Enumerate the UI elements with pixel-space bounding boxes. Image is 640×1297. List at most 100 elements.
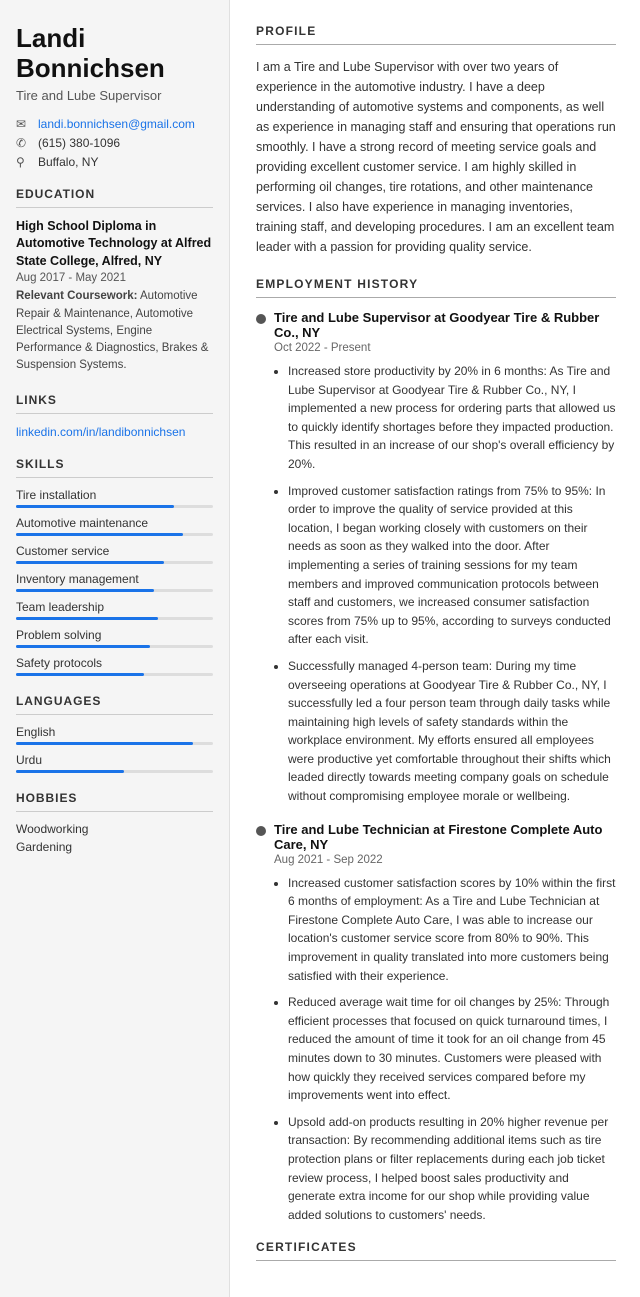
skill-bar-fill [16, 589, 154, 592]
job-bullet: Successfully managed 4-person team: Duri… [288, 657, 616, 806]
location-icon: ⚲ [16, 155, 32, 169]
contact-email: ✉ landi.bonnichsen@gmail.com [16, 117, 213, 131]
job-bullet: Improved customer satisfaction ratings f… [288, 482, 616, 649]
email-icon: ✉ [16, 117, 32, 131]
skill-name: Inventory management [16, 572, 213, 586]
skill-item: Inventory management [16, 572, 213, 592]
main-content: Profile I am a Tire and Lube Supervisor … [230, 0, 640, 1297]
language-bar-bg [16, 770, 213, 773]
skill-item: Problem solving [16, 628, 213, 648]
skills-list: Tire installation Automotive maintenance… [16, 488, 213, 676]
languages-divider [16, 714, 213, 715]
skill-item: Tire installation [16, 488, 213, 508]
job-title-text: Tire and Lube Technician at Firestone Co… [274, 822, 616, 852]
certificates-divider [256, 1260, 616, 1261]
languages-label: Languages [16, 694, 213, 708]
skill-name: Automotive maintenance [16, 516, 213, 530]
hobby-item: Woodworking [16, 822, 213, 836]
links-section: linkedin.com/in/landibonnichsen [16, 424, 213, 439]
skill-bar-fill [16, 505, 174, 508]
job-bullet: Increased store productivity by 20% in 6… [288, 362, 616, 474]
sidebar: Landi Bonnichsen Tire and Lube Superviso… [0, 0, 230, 1297]
last-name: Bonnichsen [16, 53, 165, 83]
skill-bar-fill [16, 673, 144, 676]
certificates-section: Certificates [256, 1240, 616, 1261]
phone-icon: ✆ [16, 136, 32, 150]
coursework-text: Automotive Repair & Maintenance, Automot… [16, 290, 208, 371]
skill-bar-bg [16, 617, 213, 620]
profile-divider [256, 44, 616, 45]
email-link[interactable]: landi.bonnichsen@gmail.com [38, 117, 195, 131]
edu-coursework: Relevant Coursework: Automotive Repair &… [16, 288, 213, 374]
education-divider [16, 207, 213, 208]
skill-name: Tire installation [16, 488, 213, 502]
skill-bar-fill [16, 533, 183, 536]
links-label: Links [16, 393, 213, 407]
skill-name: Problem solving [16, 628, 213, 642]
hobby-item: Gardening [16, 840, 213, 854]
language-name: English [16, 725, 213, 739]
contact-block: ✉ landi.bonnichsen@gmail.com ✆ (615) 380… [16, 117, 213, 169]
skill-item: Team leadership [16, 600, 213, 620]
skill-name: Team leadership [16, 600, 213, 614]
skills-label: Skills [16, 457, 213, 471]
edu-dates: Aug 2017 - May 2021 [16, 272, 213, 284]
skill-item: Safety protocols [16, 656, 213, 676]
certificates-label: Certificates [256, 1240, 616, 1254]
skill-bar-bg [16, 505, 213, 508]
coursework-label: Relevant Coursework: [16, 290, 137, 302]
name-block: Landi Bonnichsen Tire and Lube Superviso… [16, 24, 213, 103]
employment-section-label: Employment History [256, 277, 616, 291]
skill-bar-fill [16, 645, 150, 648]
language-bar-fill [16, 742, 193, 745]
skill-bar-fill [16, 561, 164, 564]
job-date: Oct 2022 - Present [274, 342, 616, 354]
links-divider [16, 413, 213, 414]
education-label: Education [16, 187, 213, 201]
skill-bar-bg [16, 589, 213, 592]
skill-name: Safety protocols [16, 656, 213, 670]
job-bullet: Upsold add-on products resulting in 20% … [288, 1113, 616, 1225]
hobbies-list: Woodworking Gardening [16, 822, 213, 854]
language-item: Urdu [16, 753, 213, 773]
first-name: Landi [16, 23, 85, 53]
job-dot [256, 826, 266, 836]
hobbies-divider [16, 811, 213, 812]
skill-item: Customer service [16, 544, 213, 564]
job-block: Tire and Lube Supervisor at Goodyear Tir… [256, 310, 616, 806]
edu-degree: High School Diploma in Automotive Techno… [16, 218, 213, 271]
job-dot [256, 314, 266, 324]
skill-bar-fill [16, 617, 158, 620]
job-title-text: Tire and Lube Supervisor at Goodyear Tir… [274, 310, 616, 340]
job-block: Tire and Lube Technician at Firestone Co… [256, 822, 616, 1225]
languages-list: English Urdu [16, 725, 213, 773]
job-bullet: Reduced average wait time for oil change… [288, 993, 616, 1105]
skill-bar-bg [16, 533, 213, 536]
language-bar-bg [16, 742, 213, 745]
language-name: Urdu [16, 753, 213, 767]
language-item: English [16, 725, 213, 745]
contact-location: ⚲ Buffalo, NY [16, 155, 213, 169]
full-name: Landi Bonnichsen [16, 24, 213, 84]
skill-bar-bg [16, 645, 213, 648]
location-text: Buffalo, NY [38, 155, 98, 169]
job-title: Tire and Lube Supervisor [16, 88, 213, 103]
skill-bar-bg [16, 561, 213, 564]
language-bar-fill [16, 770, 124, 773]
skills-divider [16, 477, 213, 478]
linkedin-link[interactable]: linkedin.com/in/landibonnichsen [16, 425, 185, 439]
contact-phone: ✆ (615) 380-1096 [16, 136, 213, 150]
job-date: Aug 2021 - Sep 2022 [274, 854, 616, 866]
job-bullet: Increased customer satisfaction scores b… [288, 874, 616, 986]
jobs-list: Tire and Lube Supervisor at Goodyear Tir… [256, 310, 616, 1224]
employment-divider [256, 297, 616, 298]
job-bullets: Increased store productivity by 20% in 6… [274, 362, 616, 806]
profile-text: I am a Tire and Lube Supervisor with ove… [256, 57, 616, 257]
skill-name: Customer service [16, 544, 213, 558]
skill-item: Automotive maintenance [16, 516, 213, 536]
job-bullets: Increased customer satisfaction scores b… [274, 874, 616, 1225]
skill-bar-bg [16, 673, 213, 676]
phone-text: (615) 380-1096 [38, 136, 120, 150]
profile-section-label: Profile [256, 24, 616, 38]
hobbies-label: Hobbies [16, 791, 213, 805]
